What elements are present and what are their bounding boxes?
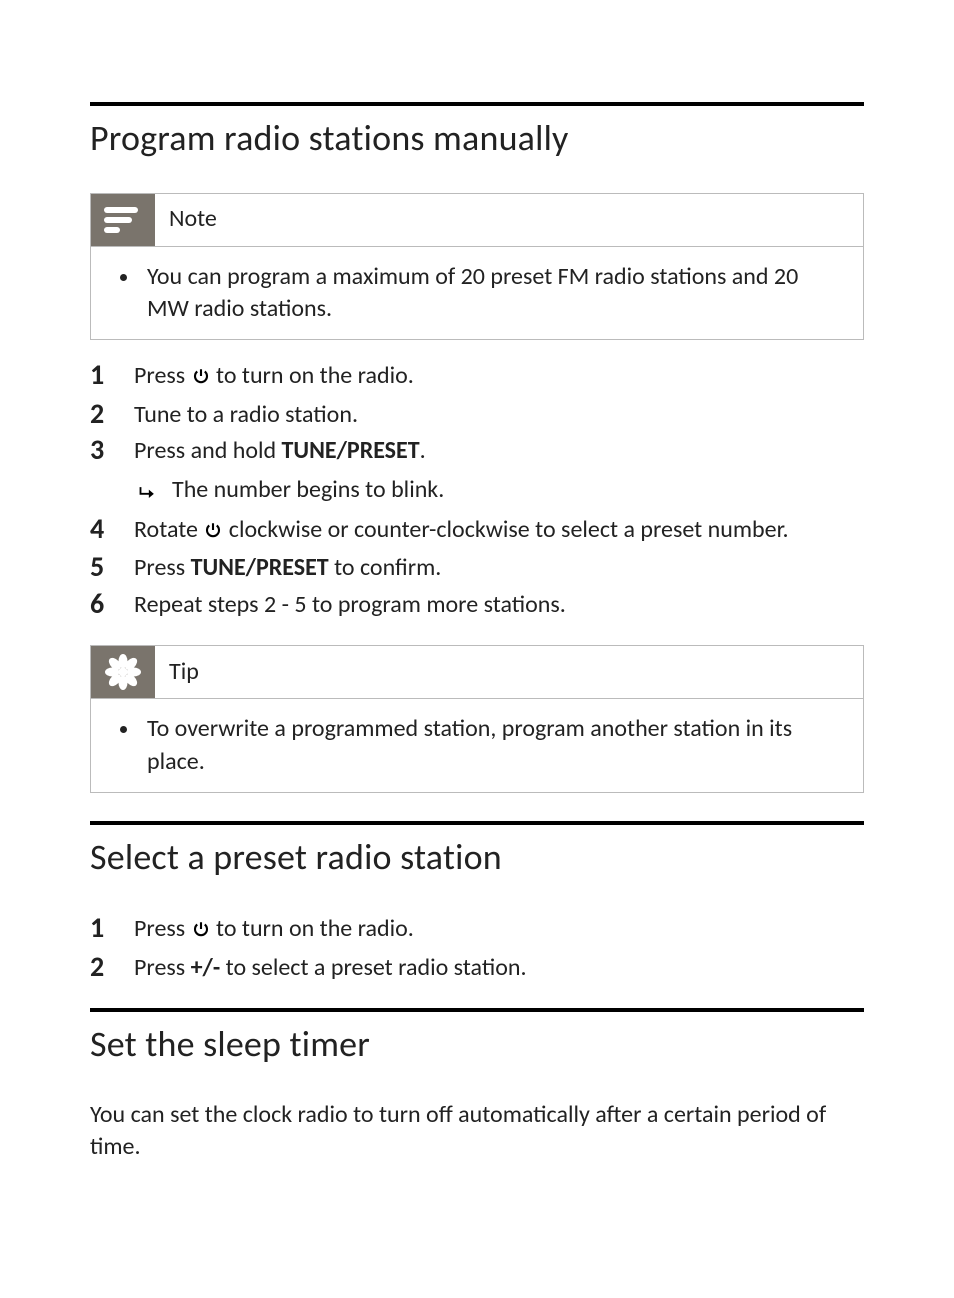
step-6: Repeat steps 2 - 5 to program more stati… bbox=[90, 587, 864, 621]
steps-program-manually: Press to turn on the radio. Tune to a ra… bbox=[90, 358, 864, 621]
step-text: Press bbox=[134, 953, 191, 982]
step-text: . bbox=[420, 436, 426, 465]
step-keyword: TUNE/PRESET bbox=[282, 436, 420, 465]
heading-select-preset: Select a preset radio station bbox=[90, 833, 864, 882]
tip-item: To overwrite a programmed station, progr… bbox=[141, 713, 835, 778]
step-text: to select a preset radio station. bbox=[220, 953, 526, 982]
step-5: Press TUNE/PRESET to confirm. bbox=[90, 550, 864, 584]
tip-header: Tip bbox=[91, 646, 863, 699]
section-rule bbox=[90, 1008, 864, 1012]
tip-callout: Tip To overwrite a programmed station, p… bbox=[90, 645, 864, 793]
step-result: The number begins to blink. bbox=[138, 474, 864, 510]
result-arrow-icon bbox=[138, 478, 158, 510]
steps-select-preset: Press to turn on the radio. Press +/- to… bbox=[90, 911, 864, 984]
note-header: Note bbox=[91, 194, 863, 247]
step-text: Press and hold bbox=[134, 436, 282, 465]
power-icon bbox=[192, 362, 210, 394]
heading-sleep-timer: Set the sleep timer bbox=[90, 1020, 864, 1069]
step-text: Rotate bbox=[134, 515, 203, 544]
sleep-timer-intro: You can set the clock radio to turn off … bbox=[90, 1099, 864, 1164]
step-result-text: The number begins to blink. bbox=[172, 474, 444, 506]
step-text: to turn on the radio. bbox=[211, 914, 414, 943]
section-rule bbox=[90, 102, 864, 106]
note-icon bbox=[91, 194, 155, 246]
step-text: Tune to a radio station. bbox=[134, 397, 864, 431]
step-text: clockwise or counter-clockwise to select… bbox=[223, 515, 788, 544]
tip-body: To overwrite a programmed station, progr… bbox=[91, 699, 863, 792]
tip-label: Tip bbox=[169, 656, 199, 688]
note-body: You can program a maximum of 20 preset F… bbox=[91, 247, 863, 340]
step-1: Press to turn on the radio. bbox=[90, 911, 864, 947]
step-text: Press bbox=[134, 361, 191, 390]
tip-icon bbox=[91, 646, 155, 698]
step-text: to turn on the radio. bbox=[211, 361, 414, 390]
note-item: You can program a maximum of 20 preset F… bbox=[141, 261, 835, 326]
note-label: Note bbox=[169, 203, 217, 235]
step-4: Rotate clockwise or counter-clockwise to… bbox=[90, 512, 864, 548]
step-2: Press +/- to select a preset radio stati… bbox=[90, 950, 864, 984]
step-1: Press to turn on the radio. bbox=[90, 358, 864, 394]
step-text: Press bbox=[134, 553, 191, 582]
note-callout: Note You can program a maximum of 20 pre… bbox=[90, 193, 864, 341]
step-keyword: +/- bbox=[191, 953, 221, 982]
step-keyword: TUNE/PRESET bbox=[191, 553, 329, 582]
step-3: Press and hold TUNE/PRESET. The number b… bbox=[90, 433, 864, 510]
section-rule bbox=[90, 821, 864, 825]
step-text: Press bbox=[134, 914, 191, 943]
power-icon bbox=[192, 915, 210, 947]
power-icon bbox=[204, 516, 222, 548]
step-text: Repeat steps 2 - 5 to program more stati… bbox=[134, 587, 864, 621]
step-2: Tune to a radio station. bbox=[90, 397, 864, 431]
heading-program-manually: Program radio stations manually bbox=[90, 114, 864, 163]
step-text: to confirm. bbox=[329, 553, 442, 582]
